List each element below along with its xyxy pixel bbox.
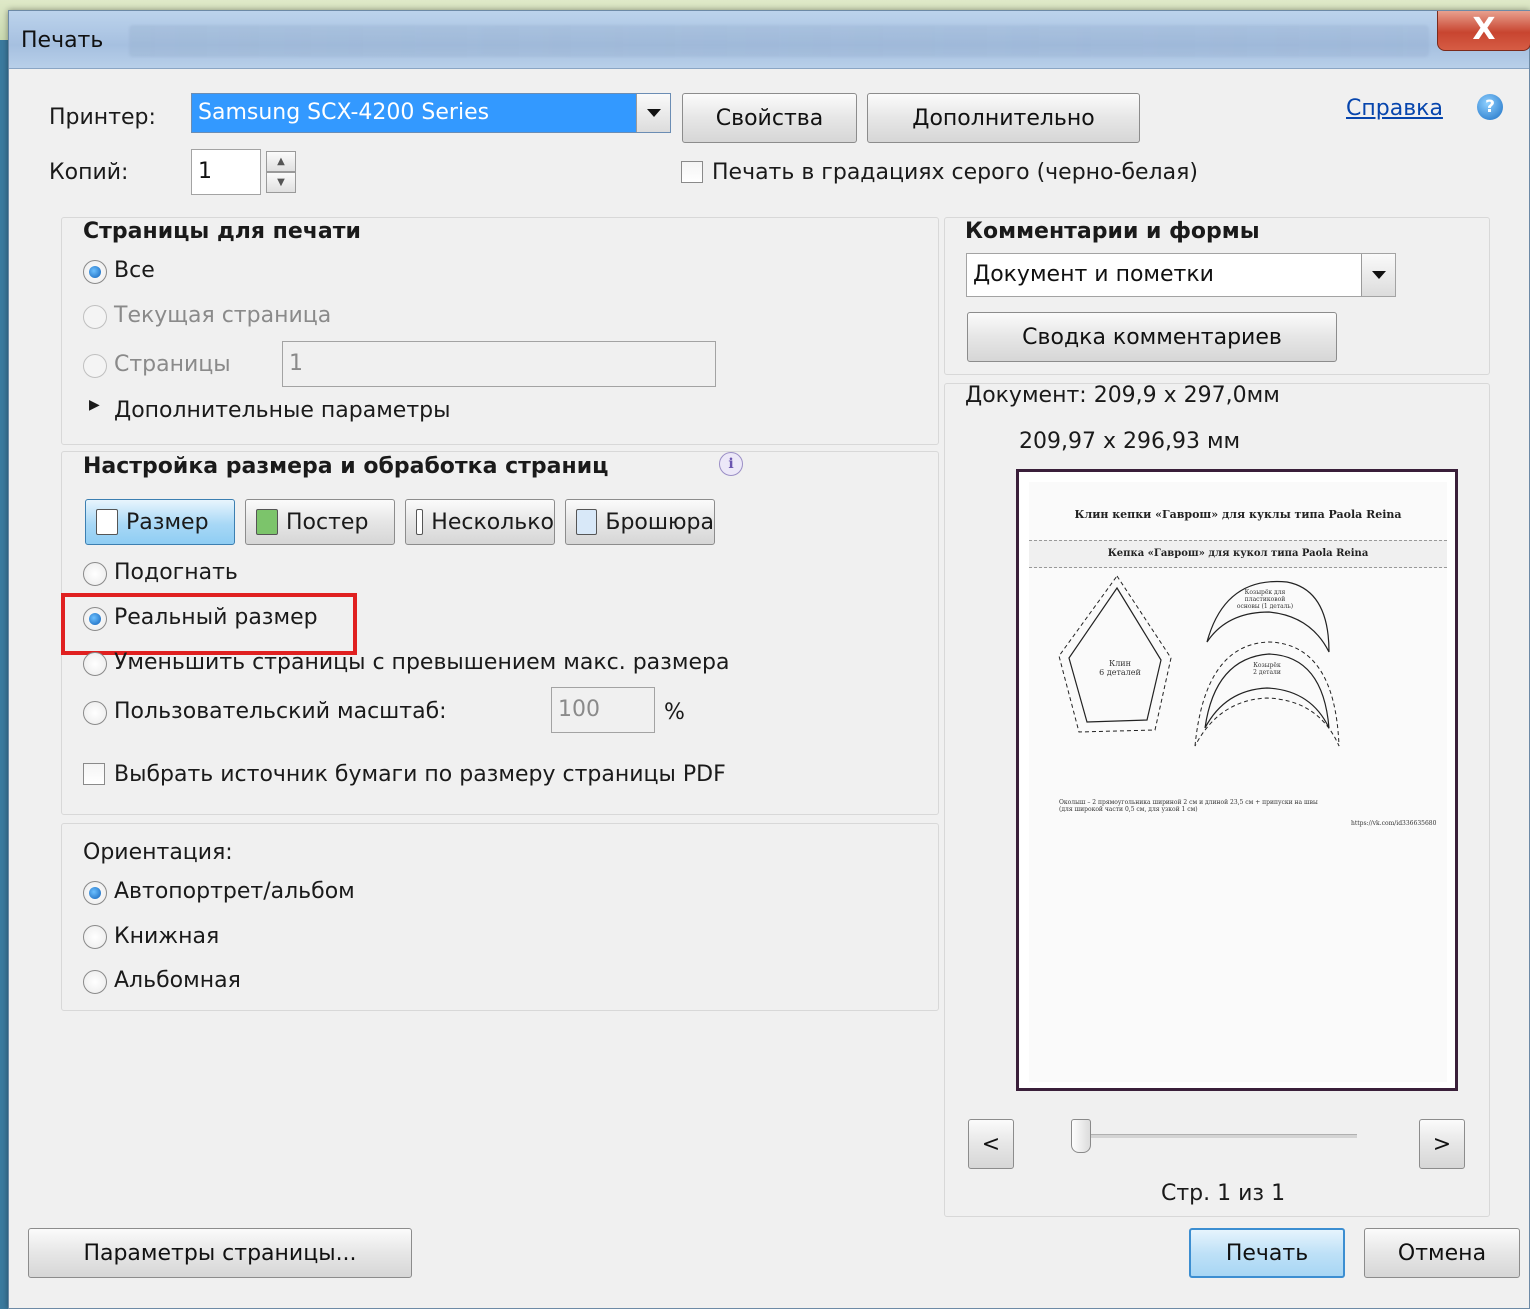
size-actual-label: Реальный размер [114,605,318,630]
comments-select-value: Документ и пометки [973,262,1214,287]
pages-all-label: Все [114,258,155,283]
tab-poster-label: Постер [286,509,369,535]
wedge-label: Клин 6 деталей [1099,659,1141,677]
background-toolbar-ghost [129,25,1429,57]
paper-source-label: Выбрать источник бумаги по размеру стран… [114,762,726,787]
help-link[interactable]: Справка [1346,96,1443,121]
pages-current-radio[interactable] [83,305,107,329]
orientation-heading: Ориентация: [83,840,233,865]
chevron-down-icon[interactable] [1361,254,1395,296]
page-indicator: Стр. 1 из 1 [1161,1181,1286,1206]
grayscale-checkbox[interactable] [681,161,703,183]
expand-triangle-icon[interactable]: ▶ [89,397,100,413]
comments-select[interactable]: Документ и пометки [966,253,1396,297]
printer-select-value: Samsung SCX-4200 Series [198,100,490,125]
tab-booklet[interactable]: Брошюра [565,499,715,545]
size-actual-radio[interactable] [83,607,107,631]
multiple-pages-icon [416,509,424,535]
next-page-button[interactable]: > [1419,1119,1465,1169]
copies-input[interactable]: 1 [191,149,261,195]
advanced-button[interactable]: Дополнительно [867,93,1140,143]
info-icon[interactable]: i [719,452,743,476]
document-size: Документ: 209,9 x 297,0мм [965,383,1280,408]
tab-size[interactable]: Размер [85,499,235,545]
booklet-icon [576,509,598,535]
tab-poster[interactable]: Постер [245,499,395,545]
preview-header: Клин кепки «Гаврош» для куклы типа Paola… [1074,508,1402,521]
pages-range-radio[interactable] [83,354,107,378]
visor-label: Козырёк для пластиковой основы (1 деталь… [1236,589,1294,610]
help-icon[interactable]: ? [1477,94,1503,120]
printer-label: Принтер: [49,105,156,130]
custom-scale-unit: % [664,700,685,725]
tab-multiple-label: Несколько [431,509,554,535]
print-dialog: Печать X Принтер: Samsung SCX-4200 Serie… [8,10,1530,1309]
print-button[interactable]: Печать [1189,1228,1345,1278]
orientation-portrait-radio[interactable] [83,925,107,949]
footer-url: https://vk.com/id336635680 [1351,820,1437,827]
orientation-landscape-label: Альбомная [114,968,241,993]
page-setup-button[interactable]: Параметры страницы... [28,1228,412,1278]
size-shrink-radio[interactable] [83,652,107,676]
comments-heading: Комментарии и формы [965,219,1260,244]
size-custom-radio[interactable] [83,701,107,725]
cancel-button[interactable]: Отмена [1364,1228,1520,1278]
close-button[interactable]: X [1437,11,1530,51]
orientation-auto-radio[interactable] [83,881,107,905]
pages-current-label: Текущая страница [114,303,332,328]
size-fit-radio[interactable] [83,562,107,586]
orientation-portrait-label: Книжная [114,924,220,949]
printer-select[interactable]: Samsung SCX-4200 Series [191,93,671,133]
pages-all-radio[interactable] [83,260,107,284]
orientation-auto-label: Автопортрет/альбом [114,879,355,904]
title-bar[interactable]: Печать X [9,11,1530,69]
tab-multiple[interactable]: Несколько [405,499,555,545]
pages-range-input[interactable]: 1 [282,341,716,387]
more-options-link[interactable]: Дополнительные параметры [114,398,451,423]
pages-heading: Страницы для печати [83,219,361,244]
page-preview: Клин кепки «Гаврош» для куклы типа Paola… [1016,469,1458,1091]
properties-button[interactable]: Свойства [682,93,857,143]
page-slider-thumb[interactable] [1071,1119,1091,1153]
dialog-title: Печать [21,28,104,53]
copies-stepper[interactable]: ▲ ▼ [266,151,296,195]
footer-note: Околыш – 2 прямоугольника шириной 2 см и… [1059,799,1318,813]
paper-source-checkbox[interactable] [83,763,105,785]
size-icon [96,509,118,535]
tab-size-label: Размер [126,509,209,535]
sizing-heading: Настройка размера и обработка страниц [83,454,609,479]
page-size: 209,97 x 296,93 мм [1019,429,1241,454]
page-slider-track[interactable] [1077,1134,1357,1138]
visor2-label: Козырёк 2 детали [1253,662,1281,676]
size-custom-label: Пользовательский масштаб: [114,699,447,724]
poster-icon [256,509,278,535]
stepper-up-icon[interactable]: ▲ [266,151,296,172]
tab-booklet-label: Брошюра [605,509,714,535]
preview-page: Клин кепки «Гаврош» для куклы типа Paola… [1029,482,1447,1082]
copies-label: Копий: [49,160,129,185]
prev-page-button[interactable]: < [968,1119,1014,1169]
pages-range-label: Страницы [114,352,231,377]
orientation-landscape-radio[interactable] [83,970,107,994]
comments-summary-button[interactable]: Сводка комментариев [967,312,1337,362]
size-fit-label: Подогнать [114,560,238,585]
custom-scale-input[interactable]: 100 [551,687,655,733]
chevron-down-icon[interactable] [636,94,670,132]
preview-subheader: Кепка «Гаврош» для кукол типа Paola Rein… [1107,548,1369,559]
grayscale-label: Печать в градациях серого (черно-белая) [712,160,1198,185]
size-shrink-label: Уменьшить страницы с превышением макс. р… [114,650,730,675]
stepper-down-icon[interactable]: ▼ [266,172,296,193]
